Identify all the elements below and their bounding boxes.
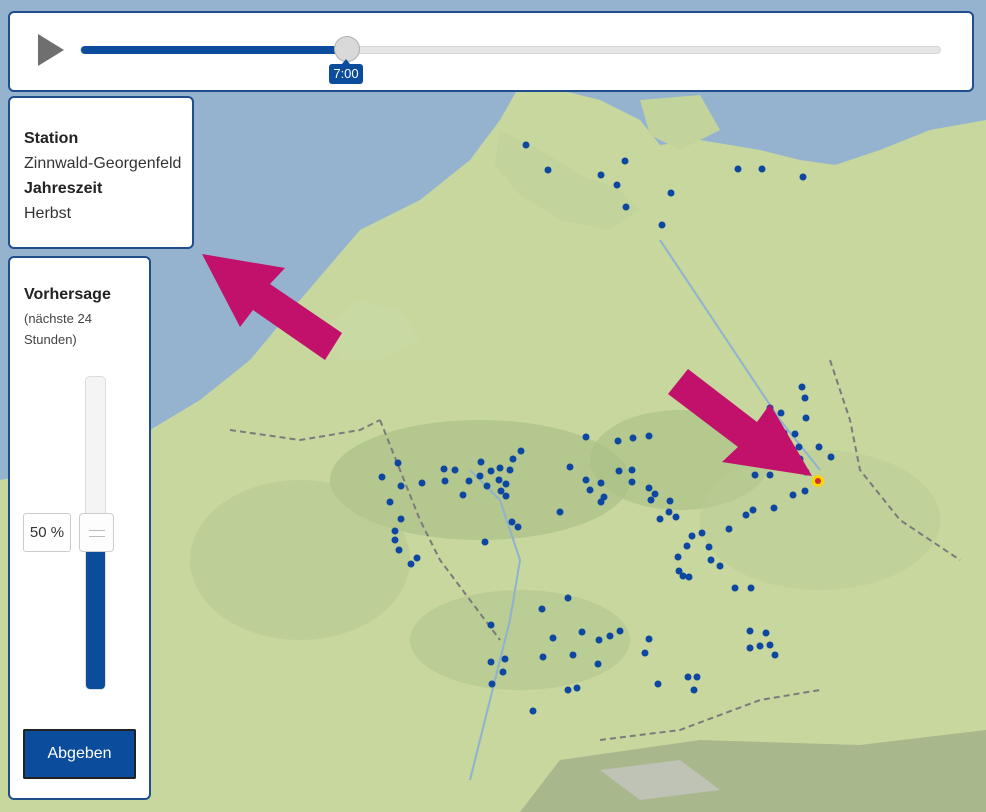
forecast-percent-value: 50 %: [23, 513, 71, 552]
forecast-panel: Vorhersage (nächste 24 Stunden) 50 % Abg…: [8, 256, 151, 800]
forecast-slider-fill: [86, 532, 105, 689]
time-label: 7:00: [329, 59, 363, 84]
submit-button[interactable]: Abgeben: [23, 729, 136, 779]
forecast-subtitle: (nächste 24 Stunden): [24, 311, 92, 347]
station-info-panel: Station Zinnwald-Georgenfeld Jahreszeit …: [8, 96, 194, 249]
season-value: Herbst: [24, 205, 72, 222]
play-icon[interactable]: [38, 34, 64, 66]
forecast-title: Vorhersage: [24, 286, 111, 303]
time-slider-track[interactable]: [80, 36, 941, 62]
forecast-slider-handle[interactable]: [79, 513, 114, 552]
season-label: Jahreszeit: [24, 180, 103, 197]
time-slider-panel: 7:00: [8, 11, 974, 92]
station-label: Station: [24, 130, 79, 147]
time-slider-fill: [81, 46, 347, 54]
station-value: Zinnwald-Georgenfeld: [24, 155, 182, 172]
